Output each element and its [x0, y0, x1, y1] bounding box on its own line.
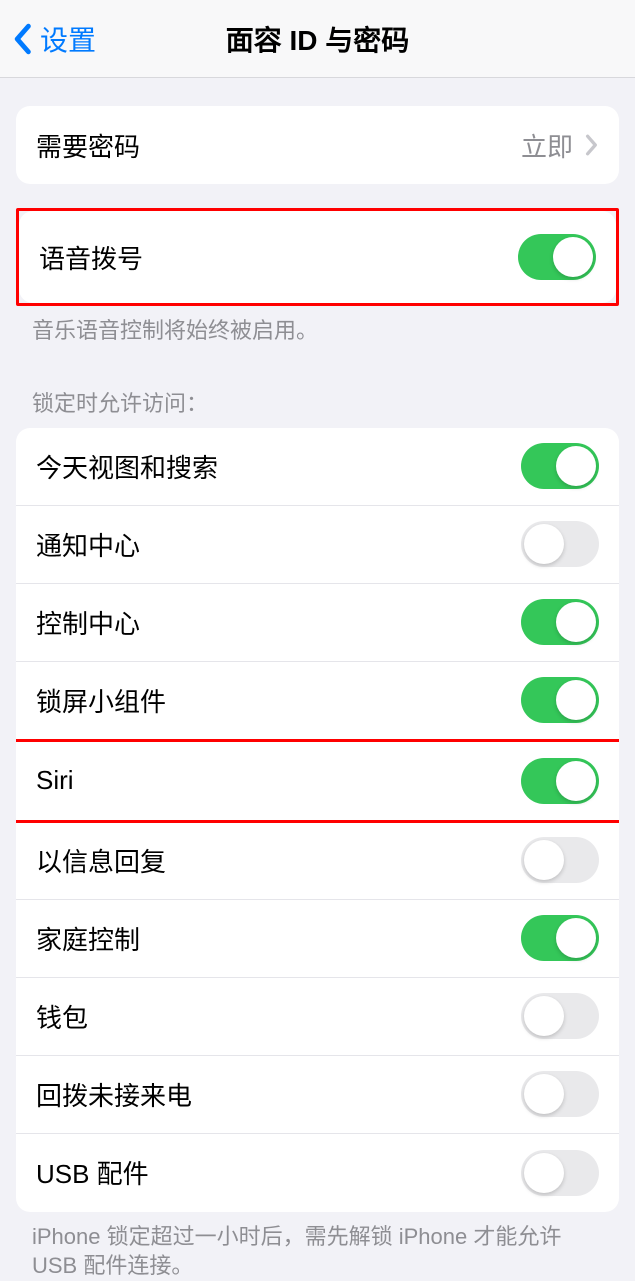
lock-access-item-label: 回拨未接来电 — [36, 1076, 192, 1113]
voice-dial-label: 语音拨号 — [39, 239, 143, 276]
lock-access-item-label: 今天视图和搜索 — [36, 448, 218, 485]
siri-highlight: Siri — [16, 739, 619, 823]
lock-access-toggle[interactable] — [521, 677, 599, 723]
lock-access-group: 今天视图和搜索通知中心控制中心锁屏小组件 Siri 以信息回复家庭控制钱包回拨未接来… — [16, 428, 619, 1212]
lock-access-toggle[interactable] — [521, 599, 599, 645]
navbar: 设置 面容 ID 与密码 — [0, 0, 635, 78]
lock-access-item-label: 钱包 — [36, 998, 88, 1035]
require-passcode-value-text: 立即 — [521, 127, 573, 164]
lock-access-row: 控制中心 — [16, 584, 619, 662]
lock-access-toggle[interactable] — [521, 993, 599, 1039]
back-label: 设置 — [40, 19, 96, 59]
lock-access-footer: iPhone 锁定超过一小时后，需先解锁 iPhone 才能允许 USB 配件连… — [0, 1212, 635, 1281]
lock-access-item-label: 控制中心 — [36, 604, 140, 641]
lock-access-row: USB 配件 — [16, 1134, 619, 1212]
require-passcode-row[interactable]: 需要密码 立即 — [16, 106, 619, 184]
require-passcode-group: 需要密码 立即 — [16, 106, 619, 184]
lock-access-row: 以信息回复 — [16, 822, 619, 900]
lock-access-item-label: 通知中心 — [36, 526, 140, 563]
require-passcode-label: 需要密码 — [36, 127, 140, 164]
lock-access-toggle[interactable] — [521, 758, 599, 804]
lock-access-item-label: Siri — [36, 765, 74, 796]
lock-access-item-label: 家庭控制 — [36, 920, 140, 957]
lock-access-toggle[interactable] — [521, 1150, 599, 1196]
lock-access-toggle[interactable] — [521, 837, 599, 883]
lock-access-row: 锁屏小组件 — [16, 662, 619, 740]
voice-dial-highlight: 语音拨号 — [16, 208, 619, 306]
require-passcode-value: 立即 — [521, 127, 599, 164]
chevron-right-icon — [585, 134, 599, 156]
lock-access-row: 家庭控制 — [16, 900, 619, 978]
chevron-left-icon — [12, 23, 32, 55]
voice-dial-toggle[interactable] — [518, 234, 596, 280]
lock-access-item-label: 锁屏小组件 — [36, 682, 166, 719]
lock-access-item-label: USB 配件 — [36, 1154, 149, 1191]
lock-access-toggle[interactable] — [521, 915, 599, 961]
lock-access-header: 锁定时允许访问： — [0, 368, 635, 424]
back-button[interactable]: 设置 — [0, 19, 96, 59]
lock-access-row: Siri — [16, 742, 619, 820]
lock-access-toggle[interactable] — [521, 1071, 599, 1117]
page-title: 面容 ID 与密码 — [226, 19, 410, 59]
lock-access-row: 今天视图和搜索 — [16, 428, 619, 506]
lock-access-toggle[interactable] — [521, 521, 599, 567]
lock-access-toggle[interactable] — [521, 443, 599, 489]
voice-dial-footer: 音乐语音控制将始终被启用。 — [0, 306, 635, 346]
lock-access-row: 钱包 — [16, 978, 619, 1056]
voice-dial-row: 语音拨号 — [19, 211, 616, 303]
lock-access-row: 通知中心 — [16, 506, 619, 584]
voice-dial-group: 语音拨号 — [19, 211, 616, 303]
lock-access-row: 回拨未接来电 — [16, 1056, 619, 1134]
content: 需要密码 立即 语音拨号 音乐语音控制将始终被启用。 锁定时允许访问： 今天视图… — [0, 106, 635, 1281]
lock-access-item-label: 以信息回复 — [36, 842, 166, 879]
